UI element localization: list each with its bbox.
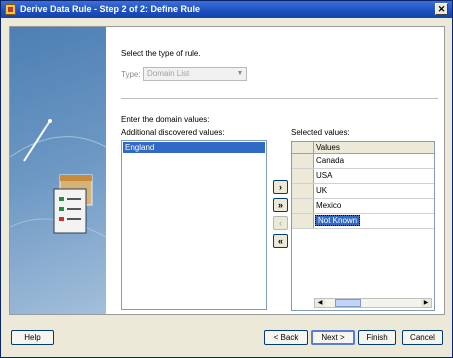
wizard-illustration-icon bbox=[10, 119, 106, 238]
help-button[interactable]: Help bbox=[11, 330, 54, 345]
table-cell[interactable]: Mexico bbox=[316, 201, 341, 210]
rule-prompt: Select the type of rule. bbox=[121, 49, 201, 58]
scroll-thumb[interactable] bbox=[335, 299, 361, 307]
add-value-button[interactable]: › bbox=[273, 180, 288, 194]
close-button[interactable]: ✕ bbox=[435, 3, 448, 15]
remove-value-button[interactable]: ‹ bbox=[273, 216, 288, 230]
selected-values-label: Selected values: bbox=[291, 128, 350, 137]
wizard-content: Select the type of rule. Type: Domain Li… bbox=[9, 26, 445, 315]
wizard-window: Derive Data Rule - Step 2 of 2: Define R… bbox=[0, 0, 453, 358]
window-title: Derive Data Rule - Step 2 of 2: Define R… bbox=[20, 4, 201, 14]
list-item[interactable]: England bbox=[123, 142, 265, 153]
selected-values-table[interactable]: Values Canada USA UK Mexico Not Known ◀ … bbox=[291, 141, 435, 311]
rule-type-select[interactable]: Domain List ▼ bbox=[143, 67, 247, 81]
table-row[interactable]: Mexico bbox=[292, 199, 434, 214]
table-cell[interactable]: UK bbox=[316, 186, 327, 195]
table-cell[interactable]: USA bbox=[316, 171, 332, 180]
cancel-button[interactable]: Cancel bbox=[402, 330, 443, 345]
app-icon bbox=[5, 4, 16, 15]
rule-type-value: Domain List bbox=[147, 69, 190, 78]
row-header[interactable] bbox=[292, 154, 314, 168]
row-header[interactable] bbox=[292, 184, 314, 198]
finish-button[interactable]: Finish bbox=[358, 330, 396, 345]
table-cell-editing[interactable]: Not Known bbox=[315, 215, 361, 226]
table-row[interactable]: UK bbox=[292, 184, 434, 199]
table-row[interactable]: Canada bbox=[292, 154, 434, 169]
table-header: Values bbox=[292, 142, 434, 154]
divider bbox=[121, 98, 438, 100]
row-header[interactable] bbox=[292, 169, 314, 183]
table-corner bbox=[292, 142, 314, 153]
row-header[interactable] bbox=[292, 199, 314, 213]
wizard-side-graphic bbox=[10, 27, 106, 314]
row-header[interactable] bbox=[292, 214, 314, 228]
table-row[interactable]: Not Known bbox=[292, 214, 434, 229]
type-label: Type: bbox=[121, 70, 141, 79]
chevron-down-icon: ▼ bbox=[236, 70, 244, 77]
table-row[interactable]: USA bbox=[292, 169, 434, 184]
horizontal-scrollbar[interactable]: ◀ ▶ bbox=[314, 298, 432, 308]
domain-prompt: Enter the domain values: bbox=[121, 115, 210, 124]
title-bar: Derive Data Rule - Step 2 of 2: Define R… bbox=[1, 1, 452, 18]
remove-all-values-button[interactable]: « bbox=[273, 234, 288, 248]
values-column-header: Values bbox=[316, 143, 340, 152]
scroll-right-icon[interactable]: ▶ bbox=[421, 299, 431, 307]
discovered-values-list[interactable]: England bbox=[121, 140, 267, 310]
add-all-values-button[interactable]: » bbox=[273, 198, 288, 212]
discovered-values-label: Additional discovered values: bbox=[121, 128, 225, 137]
back-button[interactable]: < Back bbox=[264, 330, 308, 345]
scroll-left-icon[interactable]: ◀ bbox=[315, 299, 325, 307]
next-button[interactable]: Next > bbox=[311, 330, 355, 345]
table-cell[interactable]: Canada bbox=[316, 156, 344, 165]
